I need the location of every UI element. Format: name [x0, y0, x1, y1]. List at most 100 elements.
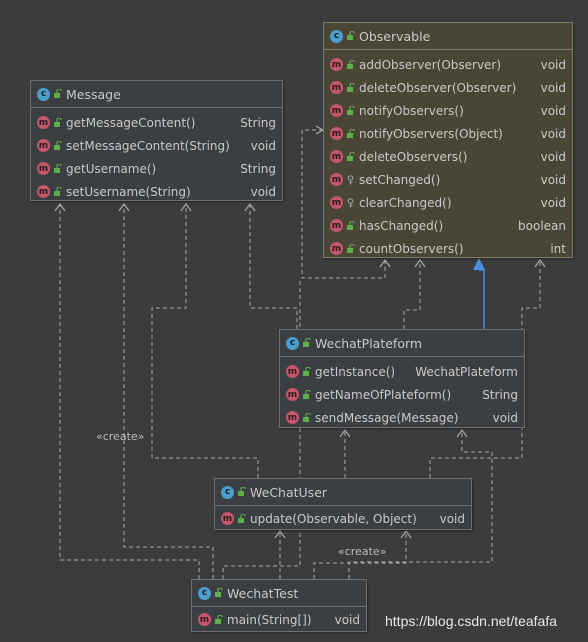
unlocked-icon: [54, 117, 62, 127]
create-label: «create»: [96, 430, 145, 443]
key-icon: [347, 174, 354, 184]
method-name: deleteObserver(Observer): [359, 80, 517, 95]
edge-plateform-to-message: [249, 204, 298, 329]
unlocked-icon: [347, 31, 355, 40]
method-name: main(String[]): [227, 612, 312, 627]
method-row[interactable]: m deleteObserver(Observer) void: [324, 76, 572, 99]
unlocked-icon: [303, 366, 311, 376]
class-wechatuser[interactable]: c WeChatUser m update(Observable, Object…: [214, 478, 472, 530]
method-icon: m: [37, 139, 50, 152]
unlocked-icon: [347, 105, 355, 115]
method-icon: m: [330, 219, 343, 232]
method-name: notifyObservers(Object): [359, 126, 503, 141]
unlocked-icon: [54, 89, 62, 98]
class-icon: c: [37, 87, 50, 101]
method-icon: m: [330, 173, 343, 186]
method-return-type: void: [540, 126, 566, 141]
edge-test-to-observable: [222, 279, 301, 579]
method-icon: m: [286, 388, 299, 401]
method-name: getMessageContent(): [66, 115, 196, 130]
method-row[interactable]: m sendMessage(Message) void: [280, 406, 524, 429]
method-row[interactable]: m getNameOfPlateform() String: [280, 383, 524, 406]
method-row[interactable]: m getInstance() WechatPlateform: [280, 360, 524, 383]
unlocked-icon: [303, 412, 311, 422]
method-return-type: String: [240, 161, 276, 176]
class-header: c WeChatUser: [215, 479, 471, 506]
method-row[interactable]: m clearChanged() void: [324, 191, 572, 214]
method-return-type: void: [540, 195, 566, 210]
method-return-type: void: [250, 138, 276, 153]
method-name: deleteObservers(): [359, 149, 468, 164]
method-name: countObservers(): [359, 241, 464, 256]
method-return-type: String: [482, 387, 518, 402]
unlocked-icon: [54, 186, 62, 196]
class-name: Message: [66, 86, 121, 102]
method-row[interactable]: m notifyObservers() void: [324, 99, 572, 122]
create-label: «create»: [338, 545, 387, 558]
method-return-type: void: [540, 80, 566, 95]
class-icon: c: [198, 586, 211, 600]
class-name: WeChatUser: [250, 484, 328, 500]
method-row[interactable]: m setUsername(String) void: [31, 180, 282, 203]
edge-plateform-to-observable: [403, 260, 421, 329]
unlocked-icon: [54, 140, 62, 150]
edge-test-to-message: [123, 204, 214, 579]
class-wechattest[interactable]: c WechatTest m main(String[]) void: [191, 579, 367, 632]
method-name: hasChanged(): [359, 218, 444, 233]
unlocked-icon: [238, 513, 246, 523]
method-return-type: void: [334, 612, 360, 627]
class-icon: c: [330, 29, 343, 43]
method-name: getUsername(): [66, 161, 157, 176]
method-return-type: boolean: [518, 218, 566, 233]
method-icon: m: [37, 162, 50, 175]
method-icon: m: [221, 512, 234, 525]
method-icon: m: [330, 196, 343, 209]
method-icon: m: [286, 365, 299, 378]
method-icon: m: [330, 58, 343, 71]
method-name: update(Observable, Object): [250, 511, 417, 526]
class-icon: c: [286, 336, 299, 350]
unlocked-icon: [347, 220, 355, 230]
method-row[interactable]: m update(Observable, Object) void: [215, 507, 471, 530]
method-icon: m: [330, 127, 343, 140]
class-message[interactable]: c Message m getMessageContent() String m…: [30, 80, 283, 201]
method-icon: m: [37, 116, 50, 129]
method-row[interactable]: m getUsername() String: [31, 157, 282, 180]
unlocked-icon: [303, 338, 311, 347]
method-row[interactable]: m getMessageContent() String: [31, 111, 282, 134]
unlocked-icon: [215, 614, 223, 624]
method-row[interactable]: m setChanged() void: [324, 168, 572, 191]
class-name: WechatTest: [227, 585, 299, 601]
unlocked-icon: [347, 82, 355, 92]
unlocked-icon: [347, 151, 355, 161]
method-name: setUsername(String): [66, 184, 191, 199]
method-return-type: WechatPlateform: [415, 364, 518, 379]
method-return-type: void: [540, 149, 566, 164]
method-row[interactable]: m addObserver(Observer) void: [324, 53, 572, 76]
method-icon: m: [330, 104, 343, 117]
method-name: clearChanged(): [359, 195, 452, 210]
class-icon: c: [221, 485, 234, 499]
class-header: c Message: [31, 81, 282, 108]
method-row[interactable]: m countObservers() int: [324, 237, 572, 260]
class-observable[interactable]: c Observable m addObserver(Observer) voi…: [323, 22, 573, 258]
unlocked-icon: [238, 487, 246, 496]
method-name: addObserver(Observer): [359, 57, 502, 72]
class-wechatplateform[interactable]: c WechatPlateform m getInstance() Wechat…: [279, 329, 525, 428]
method-row[interactable]: m setMessageContent(String) void: [31, 134, 282, 157]
method-row[interactable]: m hasChanged() boolean: [324, 214, 572, 237]
edge-test-to-message-create: [59, 204, 200, 579]
method-icon: m: [330, 81, 343, 94]
method-row[interactable]: m main(String[]) void: [192, 608, 366, 631]
method-return-type: void: [250, 184, 276, 199]
method-name: setMessageContent(String): [66, 138, 230, 153]
watermark: https://blog.csdn.net/teafafa: [385, 613, 558, 629]
method-row[interactable]: m notifyObservers(Object) void: [324, 122, 572, 145]
method-icon: m: [198, 613, 211, 626]
method-row[interactable]: m deleteObservers() void: [324, 145, 572, 168]
method-return-type: void: [540, 57, 566, 72]
method-icon: m: [330, 242, 343, 255]
unlocked-icon: [347, 59, 355, 69]
unlocked-icon: [54, 163, 62, 173]
class-header: c Observable: [324, 23, 572, 50]
